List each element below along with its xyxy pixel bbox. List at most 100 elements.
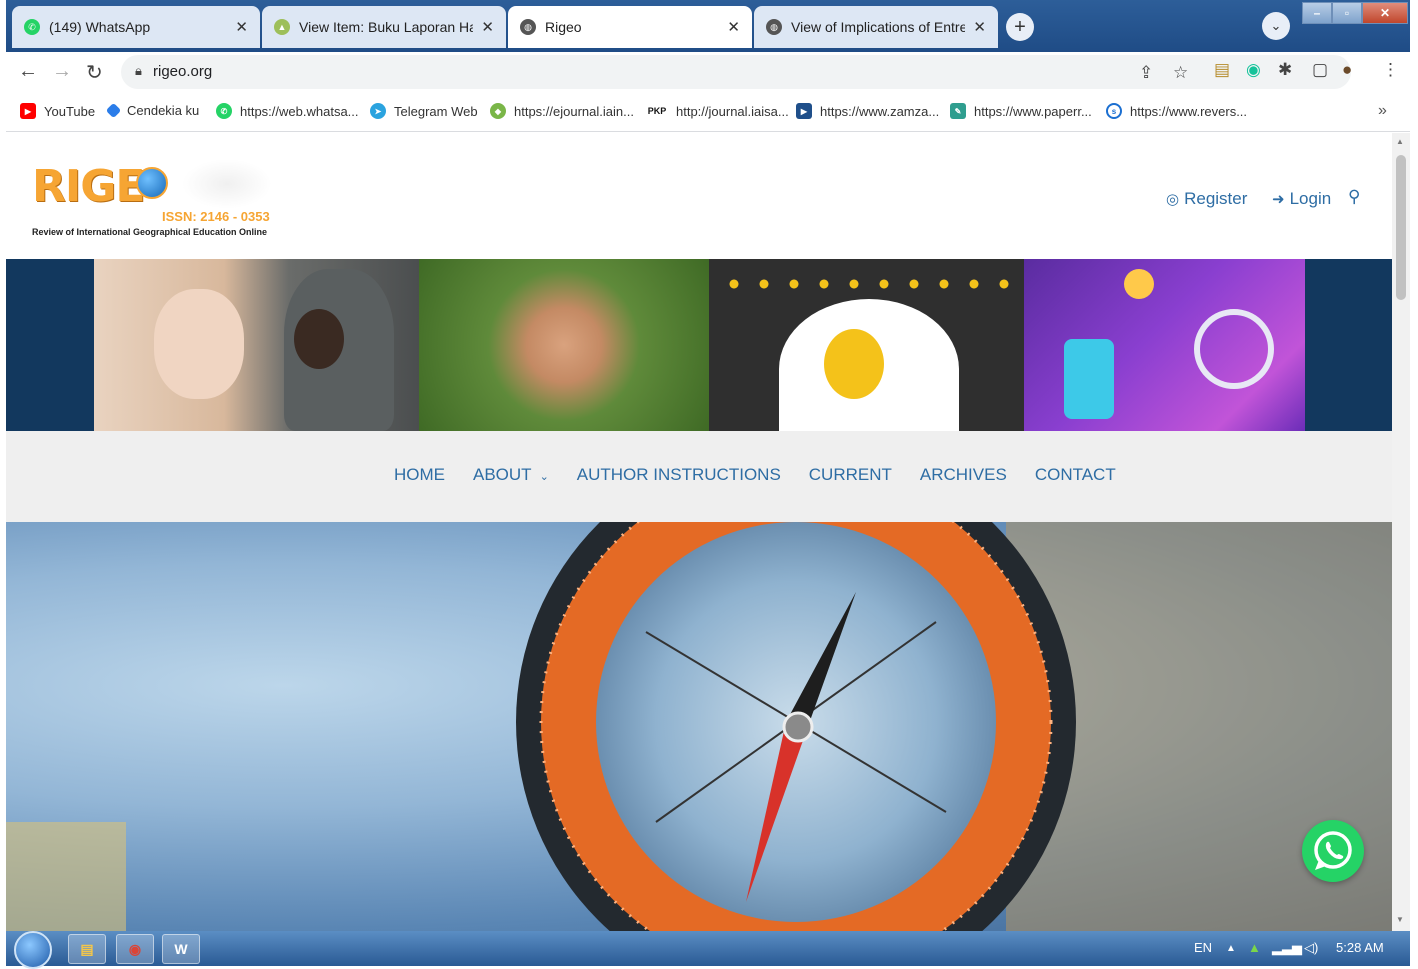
extensions-puzzle-icon[interactable]: ✱: [1278, 60, 1292, 80]
menu-kebab-icon[interactable]: ⋮: [1382, 60, 1399, 80]
bookmark-journal-iaisa[interactable]: PKP http://journal.iaisa...: [646, 103, 789, 119]
grammarly-icon[interactable]: ◉: [1246, 60, 1261, 80]
bookmark-label: https://web.whatsa...: [240, 103, 359, 119]
bookmark-youtube[interactable]: ▶ YouTube: [20, 103, 95, 119]
close-tab-icon[interactable]: ✕: [235, 18, 248, 36]
bookmark-reverso[interactable]: s https://www.revers...: [1106, 103, 1247, 119]
login-link[interactable]: ➜ Login: [1272, 189, 1331, 209]
tab-implications[interactable]: ◍ View of Implications of Entrepren ✕: [754, 6, 998, 48]
side-panel-icon[interactable]: ▢: [1312, 60, 1328, 80]
nav-about[interactable]: ABOUT ⌄: [473, 465, 549, 485]
bookmarks-bar: ▶ YouTube Cendekia ku ✆ https://web.what…: [6, 92, 1410, 132]
bookmark-telegram[interactable]: ➤ Telegram Web: [370, 103, 478, 119]
children-photo: [94, 259, 419, 431]
language-indicator[interactable]: EN: [1194, 940, 1212, 955]
tab-title: Rigeo: [545, 19, 582, 35]
tab-rigeo[interactable]: ◍ Rigeo ✕: [508, 6, 752, 48]
site-logo[interactable]: RIGE ISSN: 2146 - 0353 Review of Interna…: [32, 155, 272, 239]
logo-wordmark: RIGE: [32, 161, 145, 212]
close-tab-icon[interactable]: ✕: [727, 18, 740, 36]
tab-repository[interactable]: ▲ View Item: Buku Laporan Hasil Pe ✕: [262, 6, 506, 48]
browser-window: ✆ (149) WhatsApp ✕ ▲ View Item: Buku Lap…: [6, 0, 1410, 969]
bookmark-cendekia[interactable]: Cendekia ku: [105, 102, 200, 119]
nav-home[interactable]: HOME: [394, 465, 445, 485]
word-icon[interactable]: W: [162, 934, 200, 964]
iain-logo-icon: ◆: [490, 103, 506, 119]
whatsapp-chat-button[interactable]: [1302, 820, 1364, 882]
user-circle-icon: ◎: [1166, 191, 1180, 208]
bookmark-star-icon[interactable]: ☆: [1173, 63, 1188, 83]
zamzar-icon: ▶: [796, 103, 812, 119]
tray-expand-icon[interactable]: ▲: [1226, 943, 1236, 954]
windows-taskbar: ▤ ◉ W EN ▲ ▲ ▂▃▅ ◁) 5:28 AM: [6, 931, 1410, 969]
diamond-icon: [105, 102, 122, 119]
register-link[interactable]: ◎ Register: [1166, 189, 1247, 209]
scroll-up-icon[interactable]: ▲: [1396, 137, 1404, 146]
youtube-icon: ▶: [20, 103, 36, 119]
back-icon[interactable]: ←: [18, 60, 38, 83]
globe-icon: ◍: [520, 19, 536, 35]
chrome-icon[interactable]: ◉: [116, 934, 154, 964]
globe-icon: ◍: [766, 19, 782, 35]
whatsapp-icon: ✆: [216, 103, 232, 119]
register-label: Register: [1184, 189, 1248, 208]
lightbulb-head-illustration: [709, 259, 1024, 439]
volume-icon[interactable]: ◁): [1304, 940, 1318, 956]
lock-icon[interactable]: 🔒︎: [135, 63, 142, 79]
start-button[interactable]: [14, 931, 52, 969]
hero-image: [6, 522, 1392, 931]
bookmark-paperrater[interactable]: ✎ https://www.paperr...: [950, 103, 1092, 119]
reverso-icon: s: [1106, 103, 1122, 119]
scroll-down-icon[interactable]: ▼: [1396, 915, 1404, 924]
compass-illustration: [6, 522, 1392, 931]
whatsapp-icon: [1314, 831, 1352, 870]
tab-whatsapp[interactable]: ✆ (149) WhatsApp ✕: [12, 6, 260, 48]
login-label: Login: [1289, 189, 1332, 208]
tab-search-icon[interactable]: ⌄: [1262, 12, 1290, 40]
web-page: RIGE ISSN: 2146 - 0353 Review of Interna…: [6, 133, 1392, 931]
maximize-button[interactable]: ▫: [1332, 2, 1362, 24]
forward-icon[interactable]: →: [52, 60, 72, 83]
bookmark-zamzar[interactable]: ▶ https://www.zamza...: [796, 103, 939, 119]
bookmark-ejournal[interactable]: ◆ https://ejournal.iain...: [490, 103, 634, 119]
search-icon[interactable]: ⚲: [1348, 187, 1360, 207]
login-arrow-icon: ➜: [1272, 191, 1285, 208]
clock[interactable]: 5:28 AM: [1336, 940, 1384, 955]
file-explorer-icon[interactable]: ▤: [68, 934, 106, 964]
nav-archives[interactable]: ARCHIVES: [920, 465, 1007, 485]
reload-icon[interactable]: ↻: [86, 60, 103, 85]
logo-tagline: Review of International Geographical Edu…: [32, 227, 268, 237]
nav-current[interactable]: CURRENT: [809, 465, 892, 485]
bookmark-label: https://www.revers...: [1130, 103, 1248, 119]
minimize-button[interactable]: –: [1302, 2, 1332, 24]
tab-title: View of Implications of Entrepren: [791, 19, 966, 35]
scrollbar-thumb[interactable]: [1396, 155, 1406, 300]
url-text[interactable]: rigeo.org: [153, 63, 212, 80]
close-tab-icon[interactable]: ✕: [973, 18, 986, 36]
world-map-graphic: [182, 159, 272, 209]
nav-contact[interactable]: CONTACT: [1035, 465, 1116, 485]
banner-collage: [6, 259, 1392, 439]
share-icon[interactable]: ⇪: [1139, 63, 1153, 83]
address-bar[interactable]: 🔒︎ rigeo.org ⇪ ☆: [121, 55, 1351, 89]
bookmark-whatsapp-web[interactable]: ✆ https://web.whatsa...: [216, 103, 359, 119]
bookmark-label: https://www.paperr...: [974, 103, 1092, 119]
close-tab-icon[interactable]: ✕: [481, 18, 494, 36]
profile-avatar-icon[interactable]: ●: [1342, 60, 1352, 80]
bookmark-label: Cendekia ku: [127, 103, 200, 118]
signal-icon[interactable]: ▂▃▅: [1272, 940, 1302, 956]
bookmark-label: YouTube: [44, 103, 96, 119]
extension-calculator-icon[interactable]: ▤: [1214, 60, 1230, 80]
nav-author-instructions[interactable]: AUTHOR INSTRUCTIONS: [577, 465, 781, 485]
browser-toolbar: ← → ↻ 🔒︎ rigeo.org ⇪ ☆ ▤ ◉ ✱ ▢ ● ⋮: [6, 52, 1410, 92]
page-scrollbar[interactable]: ▲ ▼: [1392, 133, 1410, 931]
tray-app-icon[interactable]: ▲: [1248, 940, 1261, 955]
tab-strip: ✆ (149) WhatsApp ✕ ▲ View Item: Buku Lap…: [6, 0, 1410, 52]
bookmarks-overflow-icon[interactable]: »: [1378, 102, 1387, 120]
site-header: RIGE ISSN: 2146 - 0353 Review of Interna…: [6, 133, 1392, 259]
close-window-button[interactable]: ✕: [1362, 2, 1408, 24]
new-tab-button[interactable]: +: [1006, 13, 1034, 41]
bookmark-label: https://ejournal.iain...: [514, 103, 634, 119]
tab-title: (149) WhatsApp: [49, 19, 151, 35]
nav-about-label: ABOUT: [473, 465, 532, 484]
